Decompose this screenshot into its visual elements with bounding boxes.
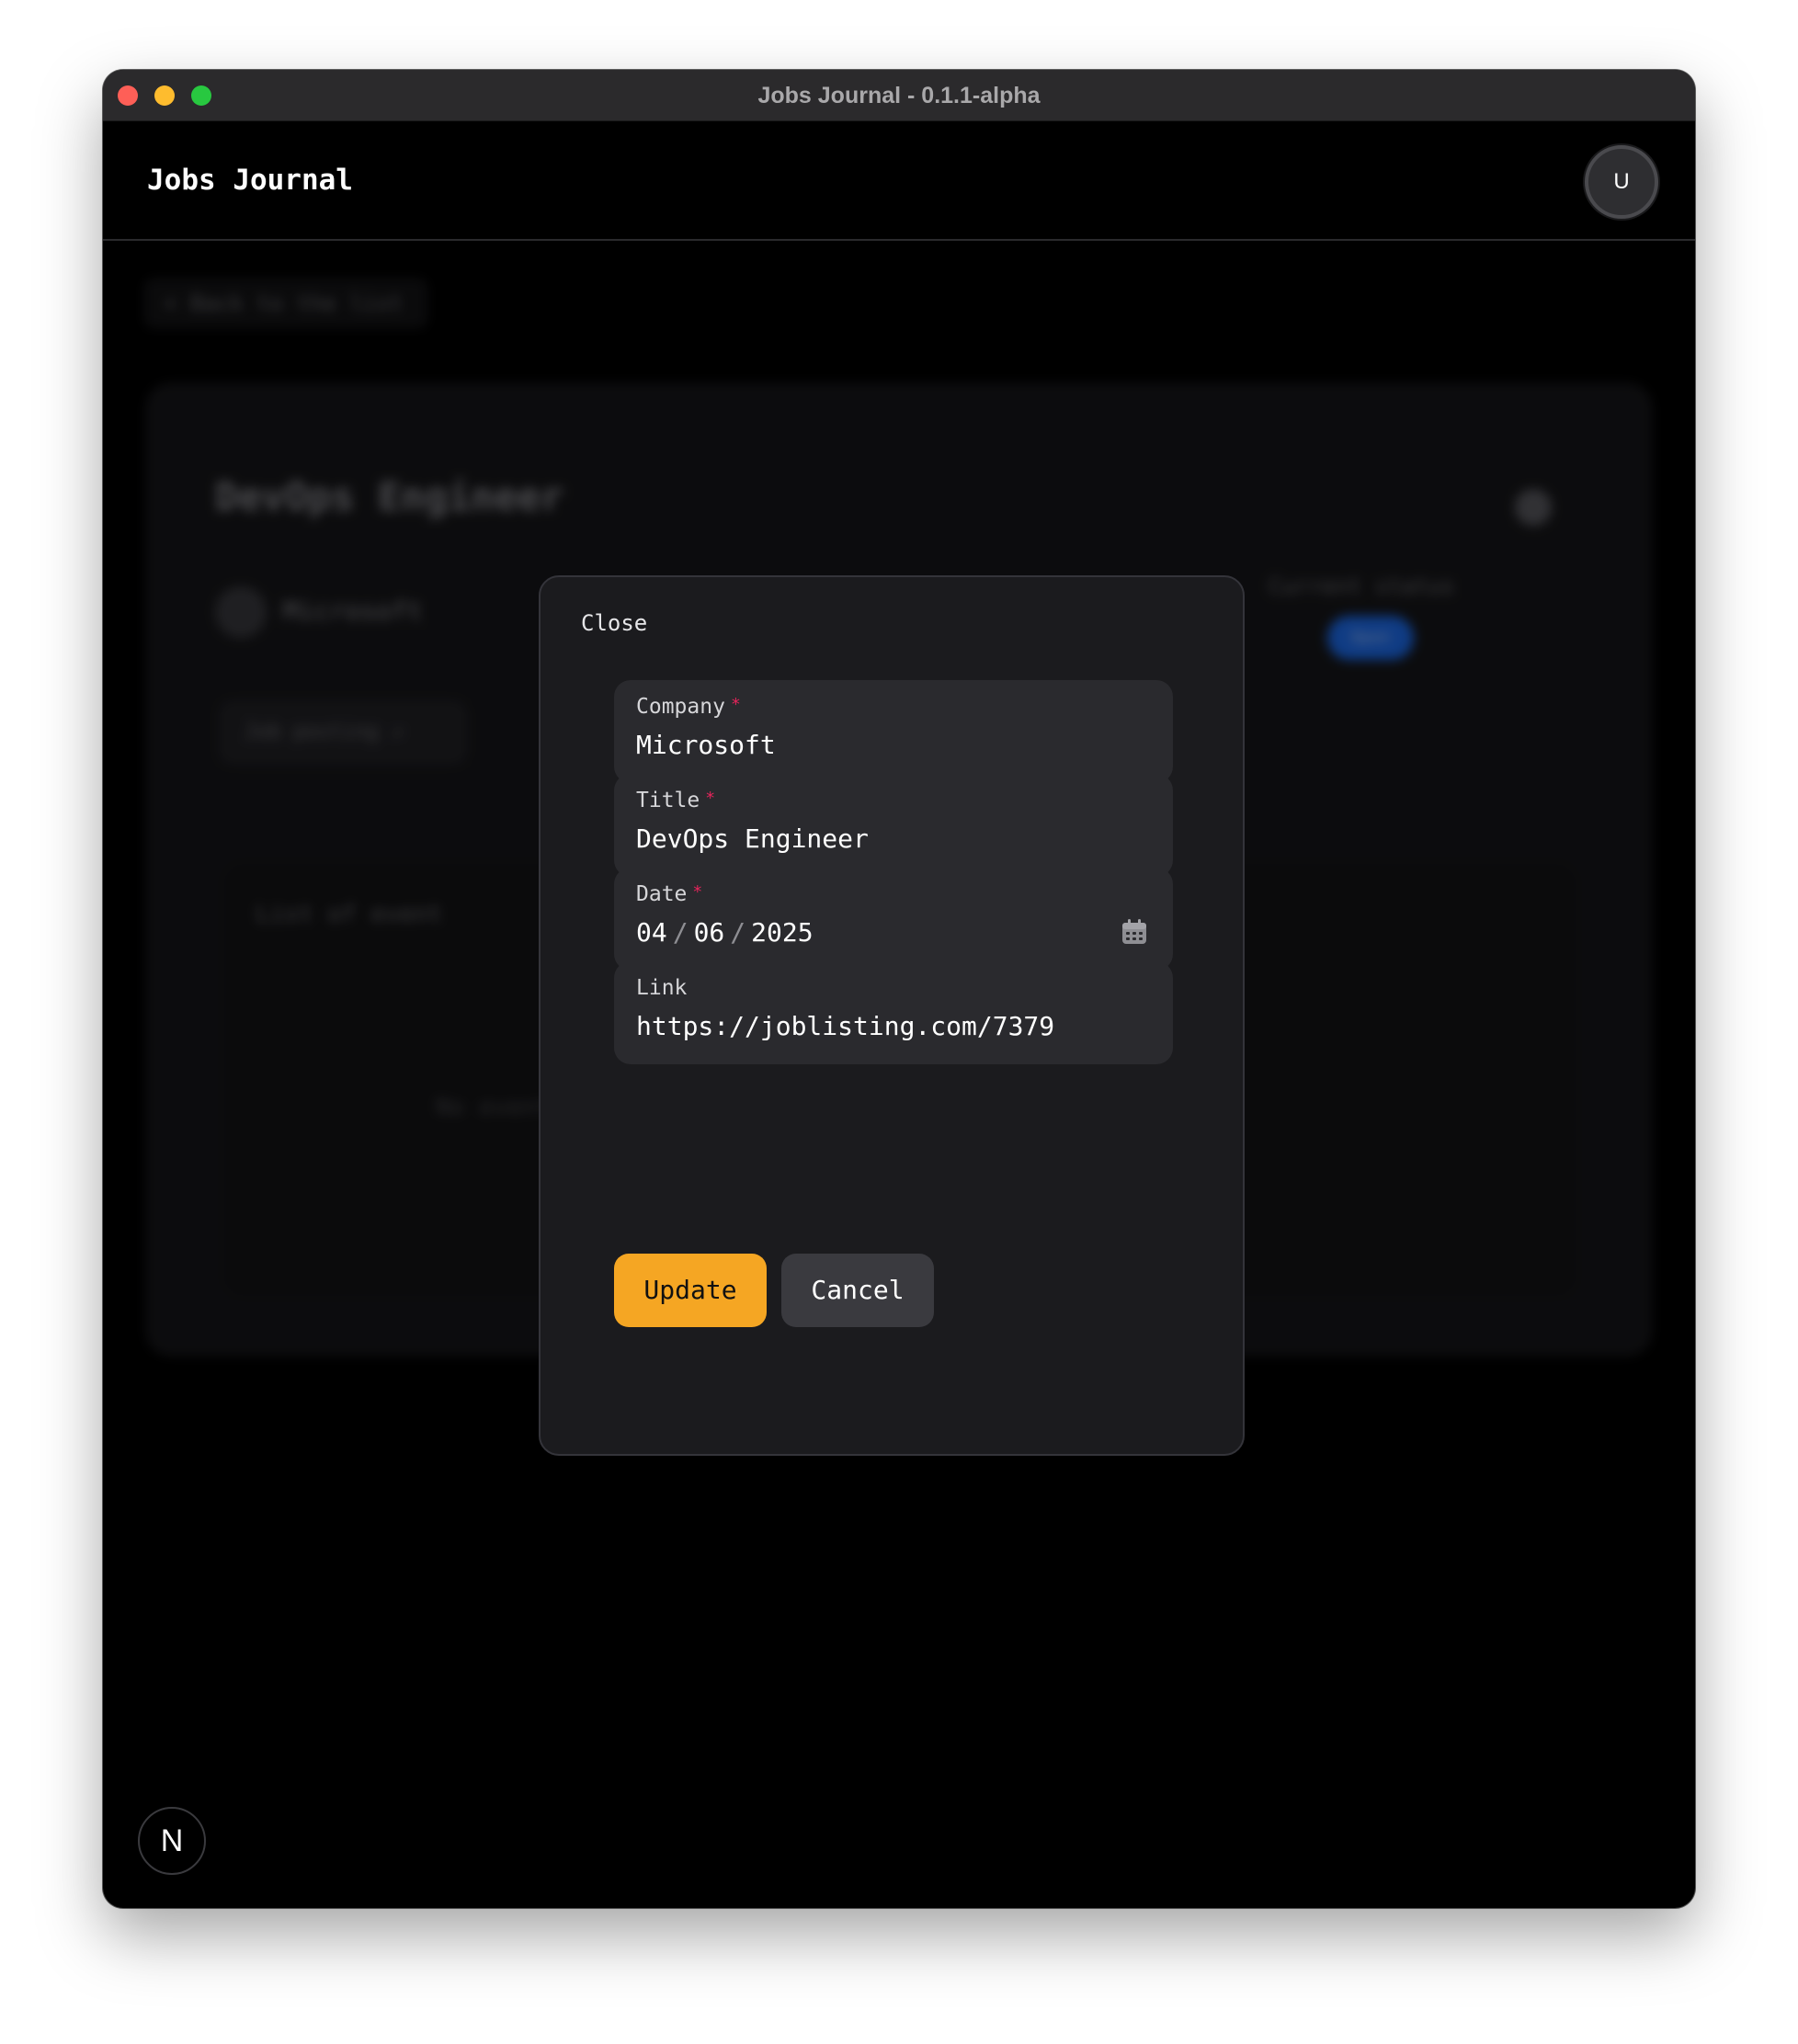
title-label: Title *: [636, 789, 715, 812]
required-marker: *: [705, 789, 716, 808]
date-month[interactable]: 04: [636, 917, 667, 948]
update-button[interactable]: Update: [614, 1254, 767, 1327]
company-name: Microsoft: [283, 596, 423, 626]
required-marker: *: [730, 695, 741, 714]
app-header: Jobs Journal U: [103, 121, 1695, 241]
title-field[interactable]: Title * DevOps Engineer: [614, 774, 1173, 877]
job-title: DevOps Engineer: [215, 474, 564, 519]
link-field[interactable]: Link https://joblisting.com/7379: [614, 961, 1173, 1064]
company-label: Company *: [636, 695, 741, 719]
date-input[interactable]: 04/06/2025: [636, 917, 814, 948]
window-titlebar: Jobs Journal - 0.1.1-alpha: [103, 70, 1695, 121]
cancel-button[interactable]: Cancel: [781, 1254, 934, 1327]
events-title: List of event: [256, 901, 443, 928]
date-day[interactable]: 06: [694, 917, 725, 948]
edit-job-modal: Close Company * Microsoft Title * DevOps E…: [539, 575, 1245, 1456]
date-label: Date *: [636, 882, 702, 906]
menu-icon: [1515, 489, 1552, 526]
app-window: Jobs Journal - 0.1.1-alpha Jobs Journal …: [103, 70, 1695, 1908]
link-input[interactable]: https://joblisting.com/7379: [636, 1011, 1054, 1041]
title-input[interactable]: DevOps Engineer: [636, 823, 869, 854]
user-avatar[interactable]: U: [1585, 145, 1658, 219]
date-separator: /: [730, 917, 746, 948]
title-label-text: Title: [636, 789, 700, 812]
status-label: Current status: [1269, 573, 1455, 599]
app-brand[interactable]: Jobs Journal: [147, 164, 353, 197]
company-field[interactable]: Company * Microsoft: [614, 680, 1173, 783]
date-year[interactable]: 2025: [751, 917, 813, 948]
required-marker: *: [692, 882, 703, 902]
company-input[interactable]: Microsoft: [636, 730, 776, 760]
date-field[interactable]: Date * 04/06/2025: [614, 868, 1173, 971]
date-label-text: Date: [636, 882, 688, 906]
window-title: Jobs Journal - 0.1.1-alpha: [757, 83, 1041, 108]
nextjs-dev-indicator[interactable]: N: [138, 1807, 206, 1875]
job-posting-button: Job posting ↗: [219, 700, 467, 765]
company-label-text: Company: [636, 695, 725, 719]
link-label: Link: [636, 976, 688, 1000]
company-icon: [215, 586, 267, 638]
date-separator: /: [672, 917, 688, 948]
status-badge: Open: [1327, 616, 1414, 660]
close-modal-button[interactable]: Close: [581, 610, 647, 636]
calendar-icon[interactable]: [1120, 917, 1149, 947]
back-to-list-button: < Back to the list: [143, 278, 428, 329]
